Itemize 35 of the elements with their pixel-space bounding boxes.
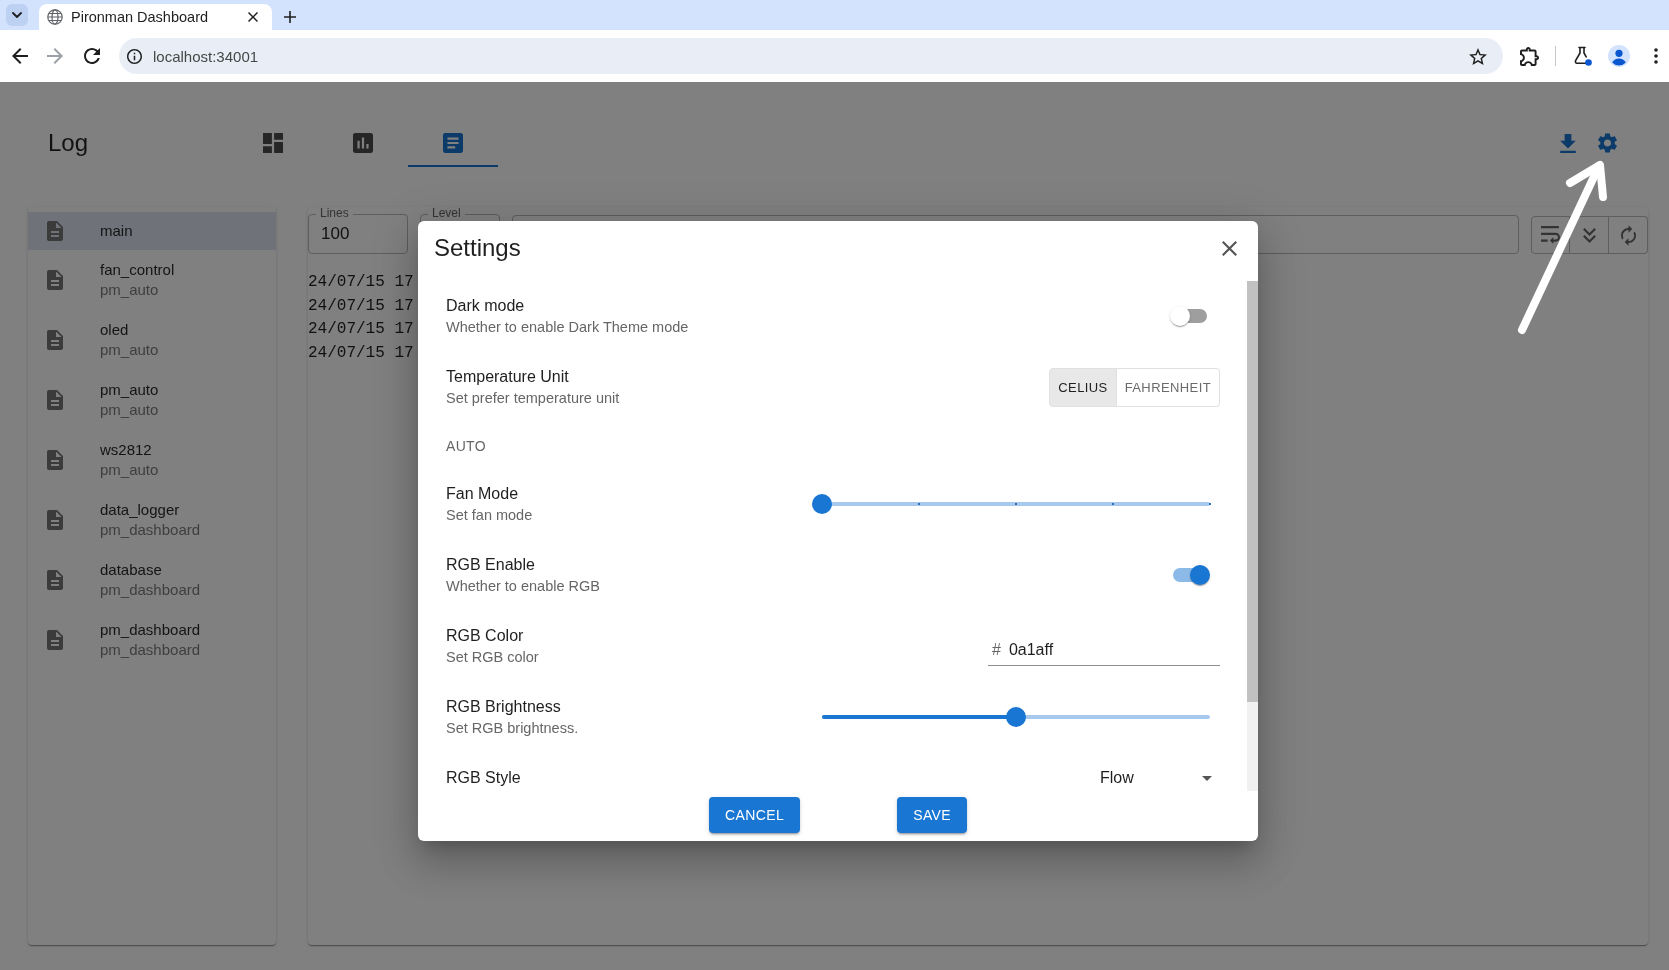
- log-line: 24/07/15 17: [308, 272, 414, 293]
- log-line: 24/07/15 17: [308, 295, 414, 317]
- item-subtitle: pm_dashboard: [100, 520, 201, 540]
- log-line: 24/07/15 17: [308, 319, 414, 340]
- dialog-title: Settings: [434, 234, 522, 262]
- setting-title: Temperature Unit: [446, 367, 570, 387]
- setting-description: Set prefer temperature unit: [446, 389, 620, 408]
- item-subtitle: pm_dashboard: [100, 640, 201, 660]
- section-heading: AUTO: [446, 438, 486, 454]
- item-title: pm_dashboard: [100, 620, 201, 640]
- page-title: Log: [48, 129, 90, 157]
- setting-description: Set RGB color: [446, 648, 539, 667]
- log-line: 24/07/15 17: [308, 342, 414, 364]
- item-subtitle: pm_auto: [100, 280, 160, 300]
- setting-title: RGB Style: [446, 768, 521, 788]
- item-title: main: [100, 221, 133, 241]
- item-subtitle: pm_auto: [100, 340, 159, 360]
- item-subtitle: pm_auto: [100, 400, 159, 420]
- item-subtitle: pm_dashboard: [100, 580, 201, 600]
- setting-description: Set RGB brightness.: [446, 719, 579, 738]
- setting-title: RGB Brightness: [446, 697, 562, 717]
- item-title: oled: [100, 320, 130, 340]
- item-subtitle: pm_auto: [100, 460, 159, 480]
- item-title: pm_auto: [100, 380, 159, 400]
- item-title: data_logger: [100, 500, 181, 520]
- setting-description: Whether to enable Dark Theme mode: [446, 318, 689, 337]
- setting-description: Set fan mode: [446, 506, 533, 525]
- setting-title: Dark mode: [446, 296, 526, 316]
- item-title: database: [100, 560, 163, 580]
- item-title: fan_control: [100, 260, 175, 280]
- setting-title: RGB Color: [446, 626, 525, 646]
- setting-title: RGB Enable: [446, 555, 536, 575]
- setting-description: Whether to enable RGB: [446, 577, 600, 596]
- item-title: ws2812: [100, 440, 153, 460]
- setting-title: Fan Mode: [446, 484, 520, 504]
